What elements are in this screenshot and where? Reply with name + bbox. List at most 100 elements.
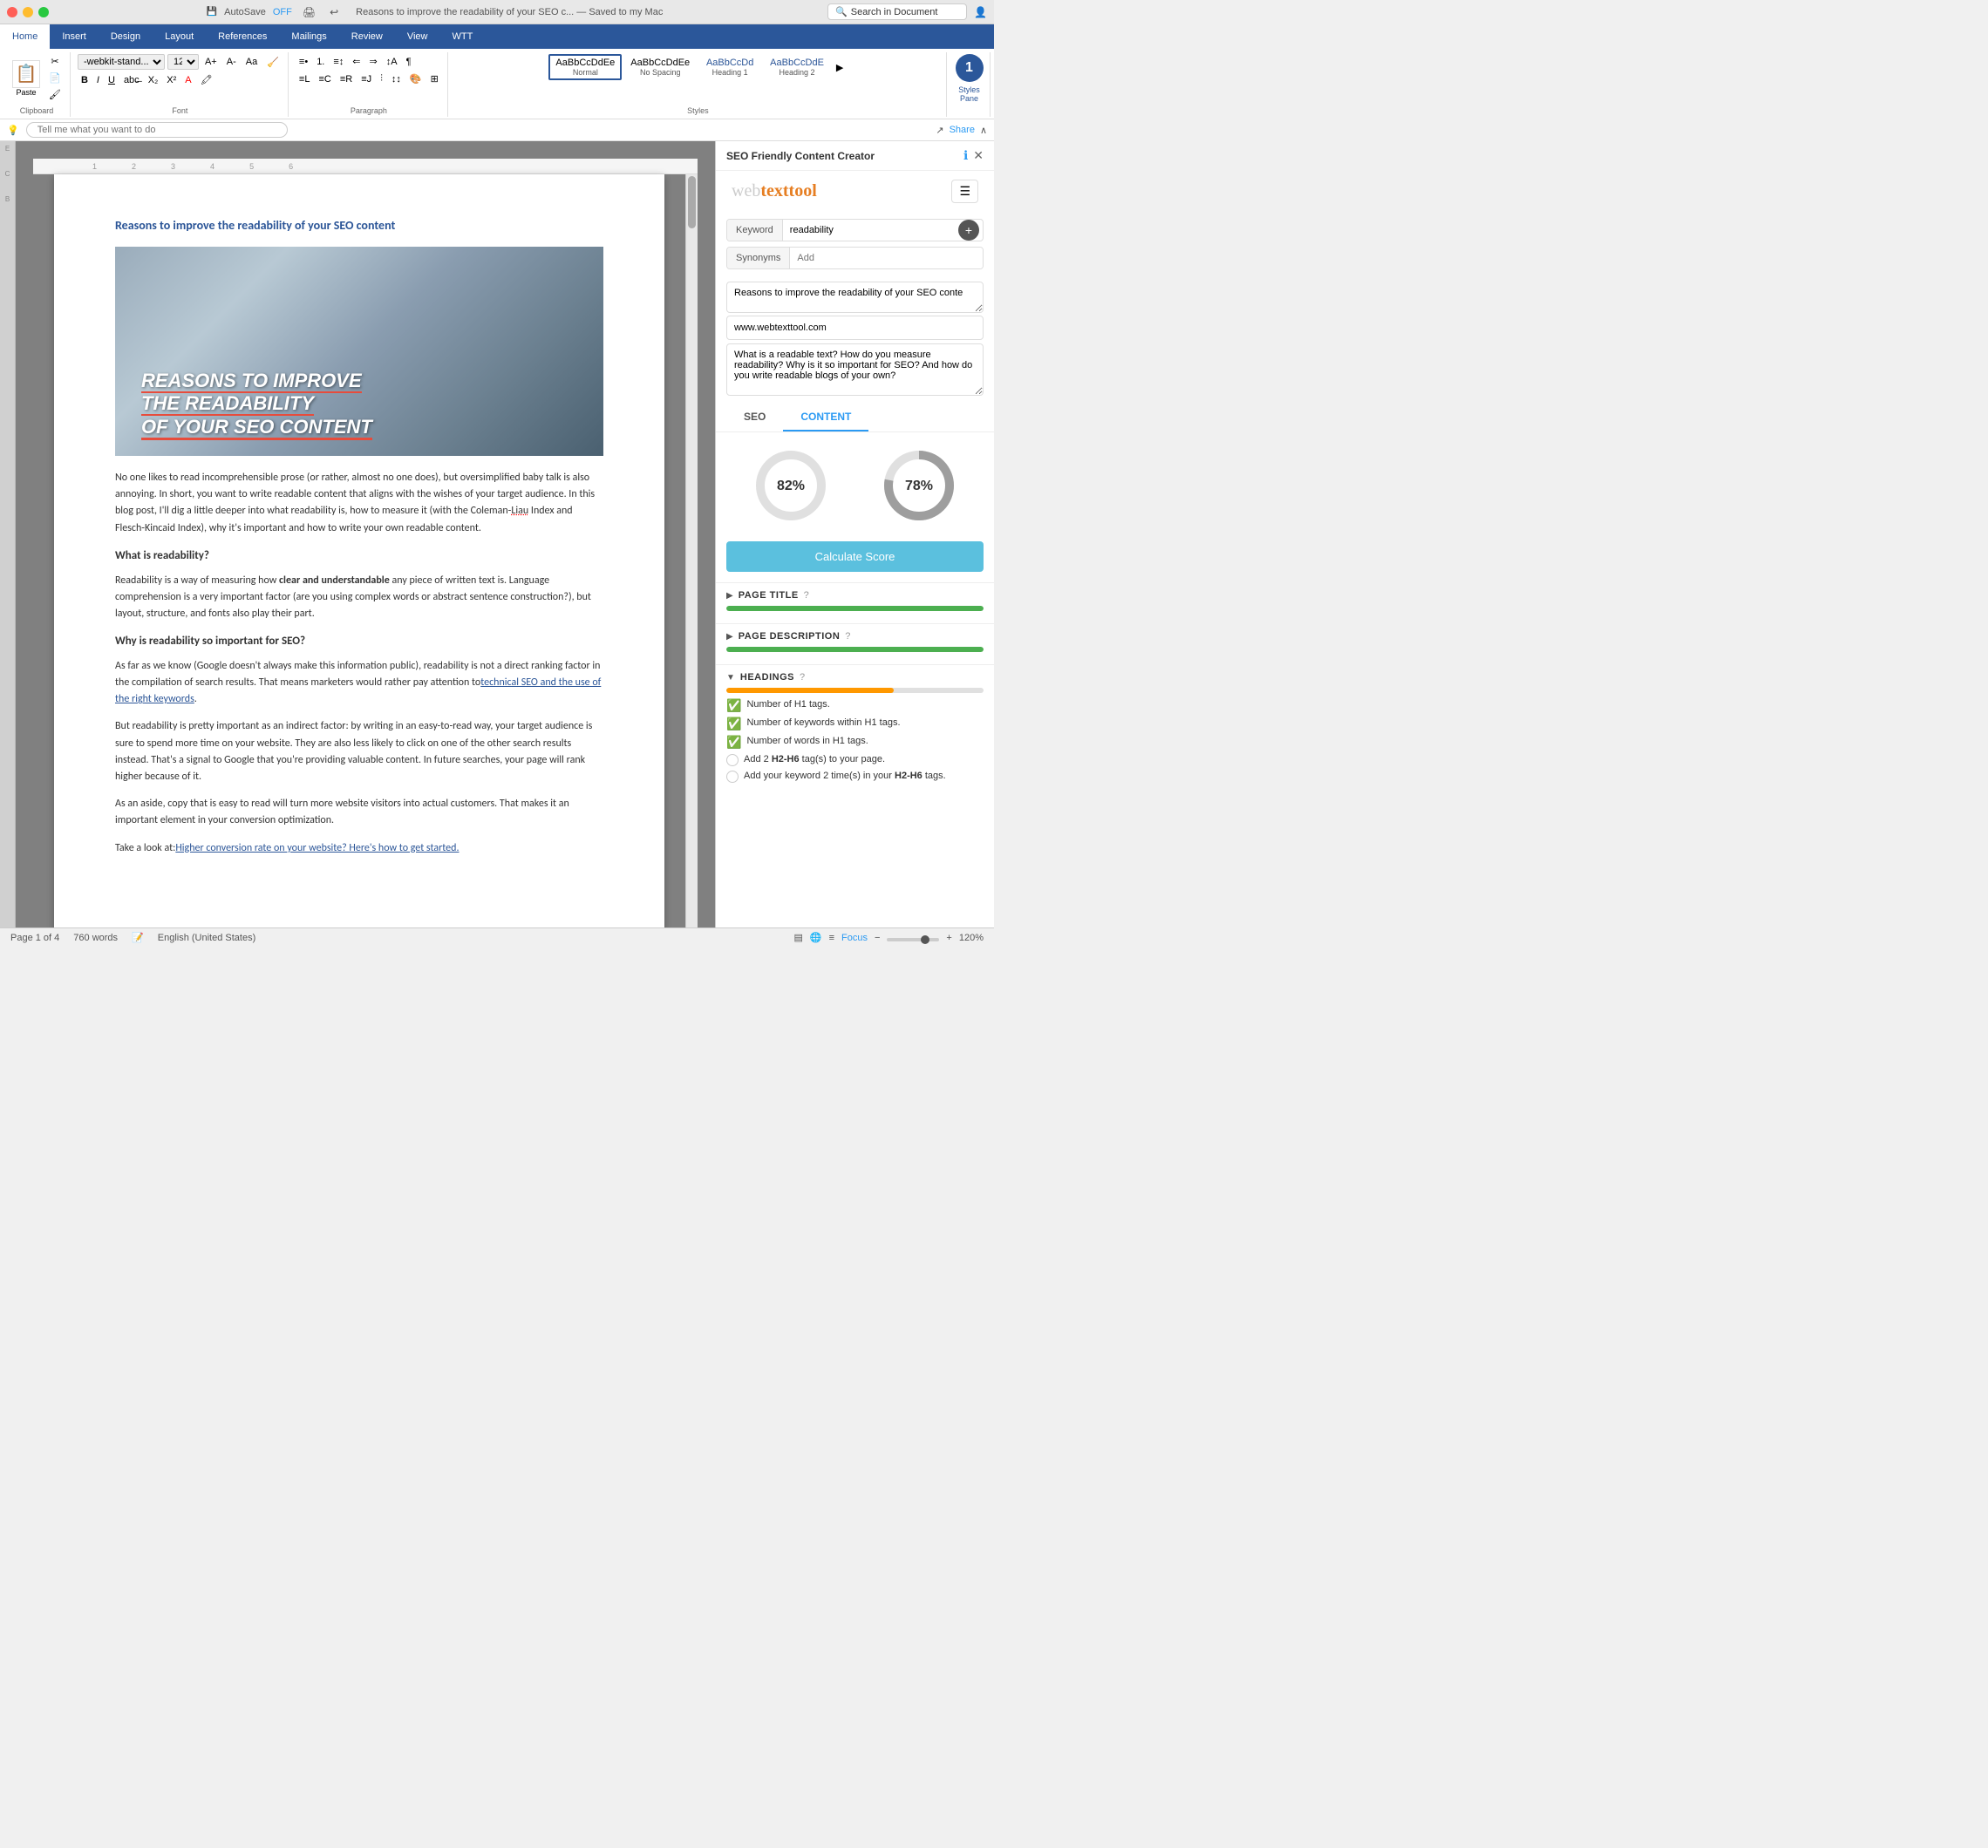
page-description-header[interactable]: ▶ PAGE DESCRIPTION ? [726,631,984,642]
font-group: -webkit-stand... 12 A+ A- Aa 🧹 B I U abc… [72,52,289,117]
headings-header[interactable]: ▼ HEADINGS ? [726,672,984,683]
share-label[interactable]: Share [950,125,975,135]
cut-button[interactable]: ✂ [45,54,65,69]
calculate-score-button[interactable]: Calculate Score [726,541,984,572]
keyword-add-button[interactable]: + [958,220,979,241]
synonyms-input[interactable] [790,248,983,268]
line-spacing-button[interactable]: ↕↕ [388,71,405,86]
page-description-label: PAGE DESCRIPTION [739,631,841,642]
status-bar: Page 1 of 4 760 words 📝 English (United … [0,927,994,947]
format-painter-button[interactable]: 🖌 [45,87,65,102]
multilevel-button[interactable]: ≡↕ [330,54,347,69]
justify-button[interactable]: ≡J [357,71,375,86]
check-h2h6-keyword-text: Add your keyword 2 time(s) in your H2-H6… [744,770,946,783]
page-title-help-icon[interactable]: ? [804,590,809,601]
align-left-button[interactable]: ≡L [296,71,314,86]
status-right: ▤ 🌐 ≡ Focus − + 120% [793,932,984,943]
change-case-button[interactable]: Aa [242,55,261,69]
copy-button[interactable]: 📄 [45,71,65,85]
tab-layout[interactable]: Layout [153,24,206,49]
keyword-input[interactable] [783,220,958,241]
shading-button[interactable]: 🎨 [406,71,426,86]
content-donut-chart: 78% [880,446,958,525]
page-title-progress-bar [726,606,984,611]
strikethrough-button[interactable]: abc̶ [120,73,143,87]
styles-list: AaBbCcDdEe Normal AaBbCcDdEe No Spacing … [548,54,847,80]
align-right-button[interactable]: ≡R [337,71,356,86]
logo-text: text [760,181,788,200]
tab-home[interactable]: Home [0,24,50,49]
italic-button[interactable]: I [93,73,103,87]
style-normal[interactable]: AaBbCcDdEe Normal [548,54,622,80]
align-center-button[interactable]: ≡C [315,71,334,86]
font-size-select[interactable]: 12 [167,54,199,70]
style-normal-preview: AaBbCcDdEe [555,58,615,68]
style-heading2[interactable]: AaBbCcDdE Heading 2 [763,54,831,80]
bullets-button[interactable]: ≡• [296,54,311,69]
style-no-spacing[interactable]: AaBbCcDdEe No Spacing [623,54,697,80]
styles-pane-icon[interactable]: 1 [956,54,984,82]
show-hide-button[interactable]: ¶ [403,54,415,69]
page-description-help-icon[interactable]: ? [845,631,850,642]
collapse-icon[interactable]: ∧ [980,125,987,136]
tab-mailings[interactable]: Mailings [279,24,338,49]
headings-help-icon[interactable]: ? [800,672,805,683]
style-heading1[interactable]: AaBbCcDd Heading 1 [698,54,761,80]
subscript-button[interactable]: X₂ [145,73,162,87]
document-page: Reasons to improve the readability of yo… [54,174,664,927]
zoom-slider[interactable] [887,938,939,941]
keyword-label: Keyword [727,220,783,241]
title-textarea[interactable]: Reasons to improve the readability of yo… [726,282,984,313]
more-styles-button[interactable]: ▶ [833,60,847,75]
sidebar-info-button[interactable]: ℹ [963,148,968,163]
sidebar-close-button[interactable]: ✕ [973,148,984,163]
font-color-button[interactable]: A [181,73,194,87]
description-textarea[interactable]: What is a readable text? How do you meas… [726,343,984,396]
column-button[interactable]: ⫶ [377,71,386,86]
tab-wtt[interactable]: WTT [440,24,486,49]
outline-icon[interactable]: ≡ [829,933,834,943]
link-conversion[interactable]: Higher conversion rate on your website? … [175,842,459,854]
search-box[interactable]: 🔍 Search in Document [827,3,967,20]
sort-button[interactable]: ↕A [383,54,401,69]
zoom-decrease-button[interactable]: − [875,933,880,943]
underline-button[interactable]: U [105,73,119,87]
maximize-button[interactable] [38,7,49,17]
close-button[interactable] [7,7,17,17]
web-layout-icon[interactable]: 🌐 [810,932,822,943]
tab-seo[interactable]: SEO [726,404,783,431]
heading-what: What is readability? [115,547,603,566]
numbering-button[interactable]: 1. [313,54,328,69]
tell-me-input[interactable] [26,122,288,138]
url-input[interactable] [726,316,984,340]
minimize-button[interactable] [23,7,33,17]
ruler: 123456 [33,159,698,174]
paste-button[interactable]: 📋 Paste [9,58,44,99]
tab-content[interactable]: CONTENT [783,404,868,431]
decrease-indent-button[interactable]: ⇐ [349,54,364,69]
superscript-button[interactable]: X² [163,73,180,87]
page-title-header[interactable]: ▶ PAGE TITLE ? [726,590,984,601]
highlight-button[interactable]: 🖍 [197,72,216,87]
link-technical-seo[interactable]: technical SEO and the use of the right k… [115,676,601,705]
tab-design[interactable]: Design [99,24,153,49]
font-name-select[interactable]: -webkit-stand... [78,54,165,70]
paragraph-3: As far as we know (Google doesn't always… [115,658,603,709]
vertical-scrollbar[interactable] [685,174,698,927]
tab-references[interactable]: References [206,24,279,49]
layout-icon[interactable]: ▤ [793,932,802,943]
wtt-menu-button[interactable]: ☰ [951,180,978,203]
bold-button[interactable]: B [78,73,92,87]
increase-font-button[interactable]: A+ [201,55,221,69]
borders-button[interactable]: ⊞ [427,71,442,86]
tab-view[interactable]: View [395,24,440,49]
clear-format-button[interactable]: 🧹 [263,55,283,70]
focus-label[interactable]: Focus [841,933,868,943]
decrease-font-button[interactable]: A- [223,55,240,69]
tab-insert[interactable]: Insert [50,24,99,49]
tab-review[interactable]: Review [339,24,395,49]
increase-indent-button[interactable]: ⇒ [366,54,381,69]
zoom-increase-button[interactable]: + [946,933,951,943]
keyword-row: Keyword + [726,219,984,241]
paragraph-4: But readability is pretty important as a… [115,718,603,785]
